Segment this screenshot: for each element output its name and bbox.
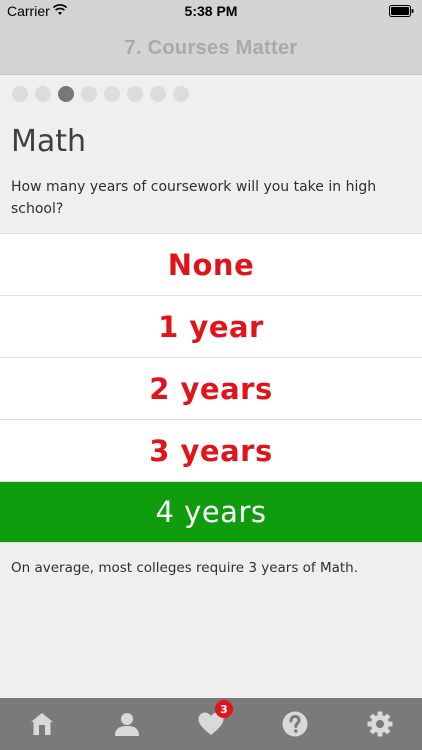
favorites-badge: 3 — [214, 700, 233, 718]
home-icon — [31, 713, 54, 735]
tab-home[interactable] — [22, 704, 62, 744]
progress-dot — [35, 86, 51, 102]
progress-dot — [173, 86, 189, 102]
option-label: 2 years — [149, 371, 273, 406]
progress-dot — [12, 86, 28, 102]
question-text: How many years of coursework will you ta… — [11, 179, 377, 217]
tab-settings[interactable] — [360, 704, 400, 744]
page-header: 7. Courses Matter — [0, 22, 422, 75]
progress-dot — [127, 86, 143, 102]
status-bar: Carrier 5:38 PM — [0, 0, 422, 22]
option-label: None — [167, 247, 255, 282]
tab-profile[interactable] — [107, 704, 147, 744]
progress-dots — [12, 86, 189, 102]
battery-icon — [389, 5, 414, 17]
progress-dot — [81, 86, 97, 102]
info-note: On average, most colleges require 3 year… — [11, 560, 359, 576]
tab-bar: 3 — [0, 698, 422, 750]
option-none[interactable]: None — [0, 233, 422, 295]
option-label: 4 years — [155, 495, 267, 529]
option-label: 3 years — [149, 433, 273, 468]
option-label: 1 year — [158, 309, 264, 344]
screen: Carrier 5:38 PM 7. Courses Matter Math H… — [0, 0, 422, 750]
help-icon — [282, 711, 308, 737]
tab-help[interactable] — [275, 704, 315, 744]
answer-options: None 1 year 2 years 3 years 4 years — [0, 233, 422, 543]
progress-dot — [104, 86, 120, 102]
page-title: 7. Courses Matter — [124, 36, 298, 59]
settings-icon — [367, 711, 393, 737]
option-2-years[interactable]: 2 years — [0, 357, 422, 419]
profile-icon — [114, 713, 139, 736]
option-1-year[interactable]: 1 year — [0, 295, 422, 357]
option-3-years[interactable]: 3 years — [0, 419, 422, 481]
option-4-years[interactable]: 4 years — [0, 481, 422, 543]
subject-title: Math — [11, 124, 87, 159]
status-time: 5:38 PM — [184, 3, 238, 19]
progress-dot-active — [58, 86, 74, 102]
tab-favorites[interactable]: 3 — [191, 700, 233, 744]
progress-dot — [150, 86, 166, 102]
